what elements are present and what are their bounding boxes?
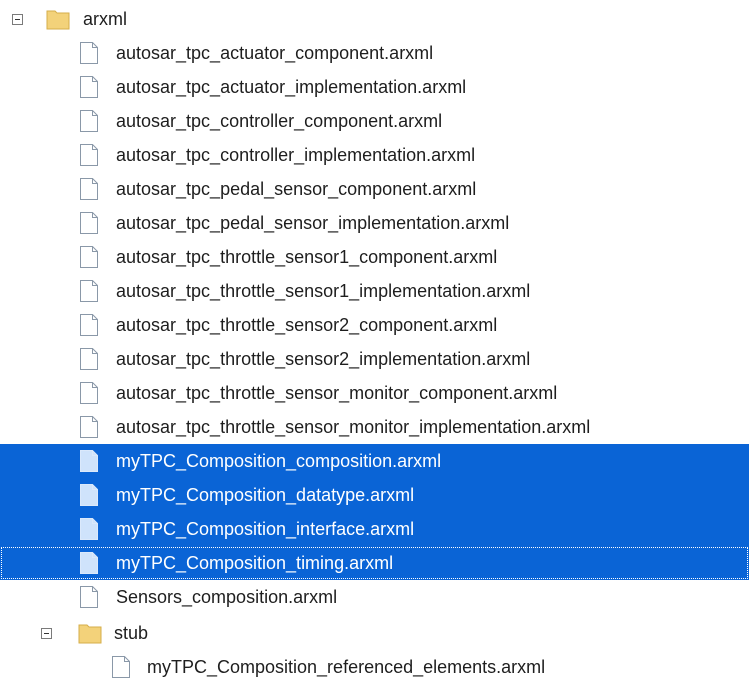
tree-file-item[interactable]: autosar_tpc_pedal_sensor_component.arxml	[0, 172, 749, 206]
file-icon	[80, 348, 98, 370]
folder-icon	[78, 624, 102, 644]
file-icon	[80, 42, 98, 64]
file-icon	[80, 518, 98, 540]
tree-file-item[interactable]: autosar_tpc_actuator_component.arxml	[0, 36, 749, 70]
tree-file-item[interactable]: autosar_tpc_throttle_sensor1_component.a…	[0, 240, 749, 274]
file-label: myTPC_Composition_composition.arxml	[116, 451, 442, 471]
tree-file-item[interactable]: myTPC_Composition_datatype.arxml	[0, 478, 749, 512]
tree-file-item[interactable]: Sensors_composition.arxml	[0, 580, 749, 614]
file-label: autosar_tpc_actuator_component.arxml	[116, 43, 434, 63]
file-icon	[112, 656, 130, 678]
file-icon	[80, 416, 98, 438]
tree-node-label: stub	[114, 623, 149, 643]
file-icon	[80, 382, 98, 404]
file-icon	[80, 144, 98, 166]
collapse-arxml-icon[interactable]	[12, 14, 23, 25]
folder-icon	[46, 10, 70, 30]
file-label: autosar_tpc_pedal_sensor_implementation.…	[116, 213, 510, 233]
tree-file-item[interactable]: autosar_tpc_actuator_implementation.arxm…	[0, 70, 749, 104]
file-label: autosar_tpc_pedal_sensor_component.arxml	[116, 179, 477, 199]
tree-file-item[interactable]: myTPC_Composition_timing.arxml	[0, 546, 749, 580]
file-icon	[80, 484, 98, 506]
file-icon	[80, 314, 98, 336]
tree-file-item[interactable]: autosar_tpc_controller_component.arxml	[0, 104, 749, 138]
file-icon	[80, 110, 98, 132]
file-label: autosar_tpc_controller_implementation.ar…	[116, 145, 476, 165]
file-label: autosar_tpc_throttle_sensor_monitor_impl…	[116, 417, 591, 437]
file-label: autosar_tpc_throttle_sensor1_implementat…	[116, 281, 531, 301]
tree-file-item[interactable]: autosar_tpc_throttle_sensor2_component.a…	[0, 308, 749, 342]
tree-node-arxml[interactable]: arxml	[0, 2, 749, 36]
tree-file-item[interactable]: myTPC_Composition_referenced_elements.ar…	[0, 650, 749, 684]
file-label: myTPC_Composition_interface.arxml	[116, 519, 415, 539]
tree-file-item[interactable]: autosar_tpc_throttle_sensor2_implementat…	[0, 342, 749, 376]
tree-file-item[interactable]: autosar_tpc_throttle_sensor1_implementat…	[0, 274, 749, 308]
file-label: myTPC_Composition_datatype.arxml	[116, 485, 415, 505]
tree-node-stub[interactable]: stub	[0, 616, 749, 650]
tree-file-item[interactable]: myTPC_Composition_composition.arxml	[0, 444, 749, 478]
file-label: autosar_tpc_throttle_sensor2_implementat…	[116, 349, 531, 369]
file-tree: arxml autosar_tpc_actuator_component.arx…	[0, 0, 749, 681]
tree-file-item[interactable]: autosar_tpc_controller_implementation.ar…	[0, 138, 749, 172]
file-label: autosar_tpc_throttle_sensor1_component.a…	[116, 247, 498, 267]
file-icon	[80, 552, 98, 574]
file-label: myTPC_Composition_timing.arxml	[116, 553, 394, 573]
tree-file-item[interactable]: autosar_tpc_throttle_sensor_monitor_impl…	[0, 410, 749, 444]
tree-file-item[interactable]: autosar_tpc_throttle_sensor_monitor_comp…	[0, 376, 749, 410]
file-icon	[80, 246, 98, 268]
file-icon	[80, 280, 98, 302]
file-icon	[80, 76, 98, 98]
tree-file-item[interactable]: myTPC_Composition_interface.arxml	[0, 512, 749, 546]
file-label: Sensors_composition.arxml	[116, 587, 338, 607]
file-label: autosar_tpc_throttle_sensor2_component.a…	[116, 315, 498, 335]
file-label: autosar_tpc_controller_component.arxml	[116, 111, 443, 131]
file-icon	[80, 178, 98, 200]
collapse-stub-icon[interactable]	[41, 628, 52, 639]
file-label: autosar_tpc_throttle_sensor_monitor_comp…	[116, 383, 558, 403]
tree-node-label: arxml	[83, 9, 127, 29]
file-label: myTPC_Composition_referenced_elements.ar…	[147, 657, 546, 677]
file-icon	[80, 212, 98, 234]
tree-file-item[interactable]: autosar_tpc_pedal_sensor_implementation.…	[0, 206, 749, 240]
file-label: autosar_tpc_actuator_implementation.arxm…	[116, 77, 467, 97]
file-icon	[80, 450, 98, 472]
file-icon	[80, 586, 98, 608]
